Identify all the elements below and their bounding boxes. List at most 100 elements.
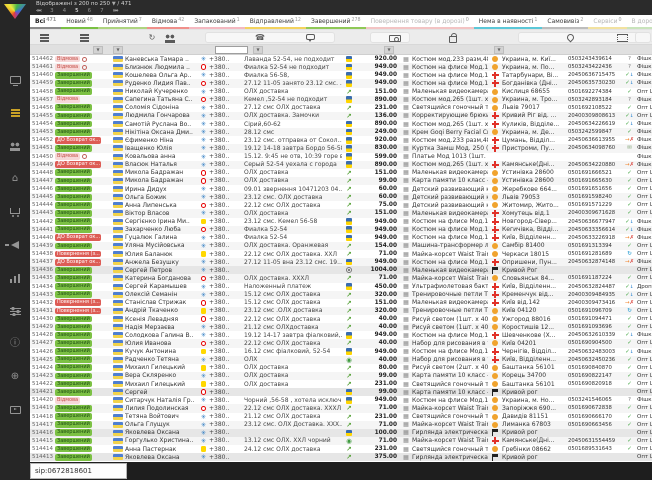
client-column-icon[interactable] — [163, 33, 177, 43]
tab-В дорозі додому[interactable]: В дорозі додому0 — [627, 15, 652, 29]
status-column-icon[interactable] — [77, 33, 91, 43]
refresh-icon[interactable]: ↻ — [145, 33, 159, 43]
page-3-button[interactable]: 3 — [50, 8, 54, 14]
table-row[interactable]: 514434ЗавершенийСергей Карамышев✳+380..Н… — [30, 283, 652, 291]
tab-Всі[interactable]: Всі471 — [30, 15, 61, 29]
table-row[interactable]: 514440ДО Возврат ок...Гуцалюк Галина✳+38… — [30, 234, 652, 242]
table-row[interactable]: 514420ВідмоваСитарчук Наталія Гр..✳+380.… — [30, 396, 652, 404]
table-row[interactable]: 514446ЗавершенийИрина Дидух✳+380..09.01 … — [30, 185, 652, 193]
table-row[interactable]: 514456ЗавершенийСоломія Сідоніна✳+380..2… — [30, 104, 652, 112]
tab-Прийнятий[interactable]: Прийнятий7 — [98, 15, 147, 29]
table-row[interactable]: 514449ДО Возврат ок...Власюк Наталья✳+38… — [30, 161, 652, 169]
table-row[interactable]: 514425ЗавершенийРадченко Тетяна✳+380..ОЛ… — [30, 356, 652, 364]
app-logo-icon[interactable] — [4, 4, 26, 19]
table-row[interactable]: 514436ЗавершенийСергей Петров✳+380..1004… — [30, 266, 652, 274]
page-4-button[interactable]: 4 — [63, 8, 67, 14]
table-row[interactable]: 514452ДО Возврат ок...Єфименко Ніна✳+380… — [30, 136, 652, 144]
reports-icon[interactable] — [7, 272, 23, 284]
manager-column-icon[interactable] — [648, 33, 652, 43]
dashboard-icon[interactable] — [7, 74, 23, 86]
filter-dropdown[interactable]: ▼ — [494, 46, 504, 54]
table-row[interactable]: 514435ЗавершенийКатерина Богданова+380..… — [30, 274, 652, 282]
table-row[interactable]: 514432Повернення (з...Станіслав Стрижак+… — [30, 299, 652, 307]
table-row[interactable]: 514460ЗавершенийКошелева Ольга Ар..✳+380… — [30, 71, 652, 79]
table-row[interactable]: 514439ЗавершенийУляна Мусійовська✳+380..… — [30, 242, 652, 250]
first-page-button[interactable]: «« — [36, 8, 41, 14]
tab-Сервіси[interactable]: Сервіси0 — [588, 15, 626, 29]
info-icon[interactable]: ⓘ — [7, 338, 23, 350]
table-row[interactable]: 514415ЗавершенийГоргулько Христина..✳+38… — [30, 437, 652, 445]
table-row[interactable]: 514418ЗавершенийТетяна Войтович✳+380..21… — [30, 413, 652, 421]
table-row[interactable]: 514443ЗавершенийВіктор Власов✳+380..ОЛХ … — [30, 209, 652, 217]
table-row[interactable]: 514453ЗавершенийНікітіна Оксана Дми..✳+3… — [30, 128, 652, 136]
table-row[interactable]: 514451ЗавершенийІващенко Юлія✳+380..19.1… — [30, 144, 652, 152]
tab-Новий[interactable]: Новий48 — [61, 15, 98, 29]
tracking-column-icon[interactable] — [615, 33, 629, 43]
tab-Повернення товару (в дорозі)[interactable]: Повернення товару (в дорозі)0 — [366, 15, 474, 29]
page-5-button[interactable]: 5 — [75, 8, 79, 14]
table-row[interactable]: 514423ЗавершенийВера Скляренко✳+380..ОЛХ… — [30, 372, 652, 380]
phone-column-icon[interactable]: ☎ — [253, 33, 267, 43]
table-row[interactable]: 514445ЗавершенийОльга Божик✳+380..23.12 … — [30, 193, 652, 201]
table-row[interactable]: 514414ЗавершенийАнна Пастернак+380..24.1… — [30, 445, 652, 453]
product-column-icon[interactable] — [446, 33, 460, 43]
table-row[interactable]: 514417ЗавершенийОльга Глущук✳+380..23.12… — [30, 421, 652, 429]
phone-filter-input[interactable] — [215, 46, 248, 55]
table-row[interactable]: 514441ЗавершенийЗахарченко Люба+380..Фиа… — [30, 226, 652, 234]
tab-Самовивіз[interactable]: Самовивіз2 — [542, 15, 588, 29]
page-7-button[interactable]: 7 — [100, 8, 104, 14]
orders-icon[interactable] — [7, 107, 23, 119]
last-page-button[interactable]: »» — [113, 8, 118, 14]
table-row[interactable]: 514437ДО Возврат ок...Анжела Безушку✳+38… — [30, 258, 652, 266]
table-row[interactable]: 514455ЗавершенийЛюдмила Гончарова✳+380..… — [30, 112, 652, 120]
table-row[interactable]: 514461ВідмоваБлизнюк Людмила ..+380..Фиа… — [30, 63, 652, 71]
table-row[interactable]: 514444ЗавершенийАнна Липенська+380..22.1… — [30, 201, 652, 209]
tab-Відправлений[interactable]: Відправлений12 — [245, 15, 306, 29]
table-row[interactable]: 514419ЗавершенийЛилия Подолинская+380..2… — [30, 404, 652, 412]
table-row[interactable]: 514426ЗавершенийКучук Антонина+380..16.1… — [30, 348, 652, 356]
table-row[interactable]: 514459ЗавершенийРуденко Лидия Пав..+380.… — [30, 79, 652, 87]
page-6-button[interactable]: 6 — [88, 8, 92, 14]
table-row[interactable]: 514442ЗавершенийСергієнко Ірина Ми..+380… — [30, 218, 652, 226]
table-row[interactable]: 514448ЗавершенийМикола Бадражан+380..ОЛХ… — [30, 169, 652, 177]
tab-Нема в наявності[interactable]: Нема в наявності1 — [474, 15, 543, 29]
video-icon[interactable] — [7, 404, 23, 416]
table-row[interactable]: 514428ЗавершенийСолодкова Галина В..✳+38… — [30, 331, 652, 339]
tab-Відмова[interactable]: Відмова42 — [147, 15, 189, 29]
table-row[interactable]: 514454ЗавершенийСамотій Руслана Во..✳+38… — [30, 120, 652, 128]
range-indicator[interactable]: Відображені з 200 по 250 ▼ / 471 — [36, 1, 132, 7]
table-row[interactable]: 514431Повернення (з...Андрій Ткаченко+38… — [30, 307, 652, 315]
settings-icon[interactable] — [7, 305, 23, 317]
table-row[interactable]: 514447ЗавершенийМикола Бадражан+380..ОЛХ… — [30, 177, 652, 185]
table-row[interactable]: 514457ВідмоваСапегина Татьяна С..+380..К… — [30, 96, 652, 104]
store-icon[interactable]: ⌂ — [7, 173, 23, 185]
table-row[interactable]: 514430ЗавершенийКсенія Левадняя+380..22.… — [30, 315, 652, 323]
table-row[interactable]: 514416ЗавершенийЯковлева Оксана✳+380..10… — [30, 429, 652, 437]
purchases-icon[interactable] — [7, 206, 23, 218]
table-row[interactable]: 514433ЗавершенийОлексій Семанін✳+380..15… — [30, 291, 652, 299]
tab-Завершений[interactable]: Завершений278 — [306, 15, 366, 29]
tab-Запакований[interactable]: Запакований1 — [189, 15, 244, 29]
filter-dropdown[interactable]: ▼ — [384, 46, 394, 54]
contacts-icon[interactable] — [7, 140, 23, 152]
table-row[interactable]: 514438Повернення (з...Юлия Баланюк+380..… — [30, 250, 652, 258]
web-icon[interactable]: ⊕ — [7, 371, 23, 383]
table-row[interactable]: 514450ВідмоваКовальова анна✳+380..15.12.… — [30, 153, 652, 161]
table-row[interactable]: 514413ЗавершенийЯковлева Оксана✳+380..↗3… — [30, 453, 652, 461]
table-row[interactable]: 514427ЗавершенийЮлия Иванова+380..22.12 … — [30, 339, 652, 347]
table-row[interactable]: 514424ЗавершенийМихаил Гилецький+380..ОЛ… — [30, 364, 652, 372]
table-row[interactable]: 514422ЗавершенийМихаил Гилецький+380..ОЛ… — [30, 380, 652, 388]
filter-dropdown[interactable]: ▼ — [113, 46, 123, 54]
filter-dropdown[interactable]: ▼ — [253, 46, 263, 54]
marketing-icon[interactable] — [7, 239, 23, 251]
chevron-down-icon[interactable]: ▼ — [112, 1, 116, 7]
payment-column-icon[interactable] — [388, 33, 402, 43]
table-row[interactable]: 514462ВідмоваКаневська Тамара ..✳+380..Л… — [30, 55, 652, 63]
filter-dropdown[interactable]: ▼ — [93, 46, 103, 54]
table-row[interactable]: 514421ЗавершенийСергей+380..99.00▦Карта … — [30, 388, 652, 396]
comment-column-icon[interactable] — [303, 33, 317, 43]
table-row[interactable]: 514429ЗавершенийНадія Мерзаєва✳+380..21.… — [30, 323, 652, 331]
table-row[interactable]: 514458ЗавершенийНиколай Кучеренко✳+380..… — [30, 88, 652, 96]
address-column-icon[interactable] — [563, 33, 577, 43]
row-number-icon[interactable] — [37, 33, 51, 43]
